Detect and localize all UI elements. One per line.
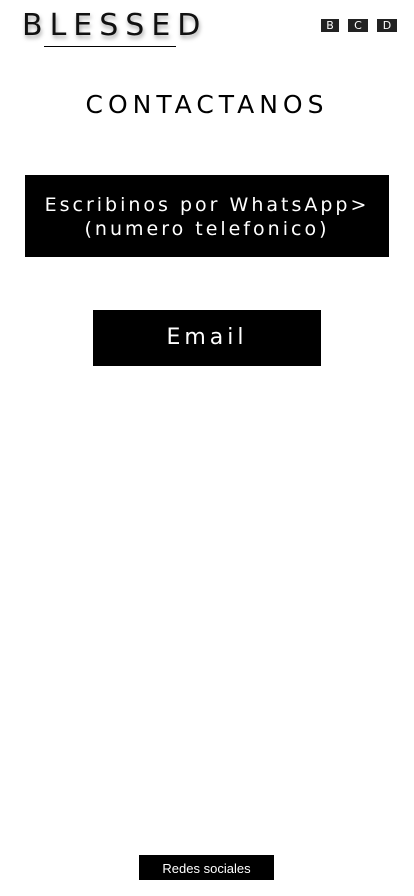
whatsapp-button[interactable]: Escribinos por WhatsApp> (numero telefon…: [25, 175, 389, 257]
top-nav: B C D: [321, 19, 397, 32]
nav-item-b[interactable]: B: [321, 19, 339, 32]
whatsapp-button-label: Escribinos por WhatsApp>: [44, 194, 370, 216]
page-title: CONTACTANOS: [85, 90, 329, 119]
brand-logo[interactable]: BLESSED: [22, 8, 207, 44]
logo-underline: [44, 46, 176, 47]
nav-item-d[interactable]: D: [377, 19, 397, 32]
nav-item-c[interactable]: C: [348, 19, 368, 32]
email-button[interactable]: Email: [93, 310, 321, 366]
whatsapp-phone-label: (numero telefonico): [84, 218, 330, 240]
social-links-button[interactable]: Redes sociales: [139, 855, 274, 880]
